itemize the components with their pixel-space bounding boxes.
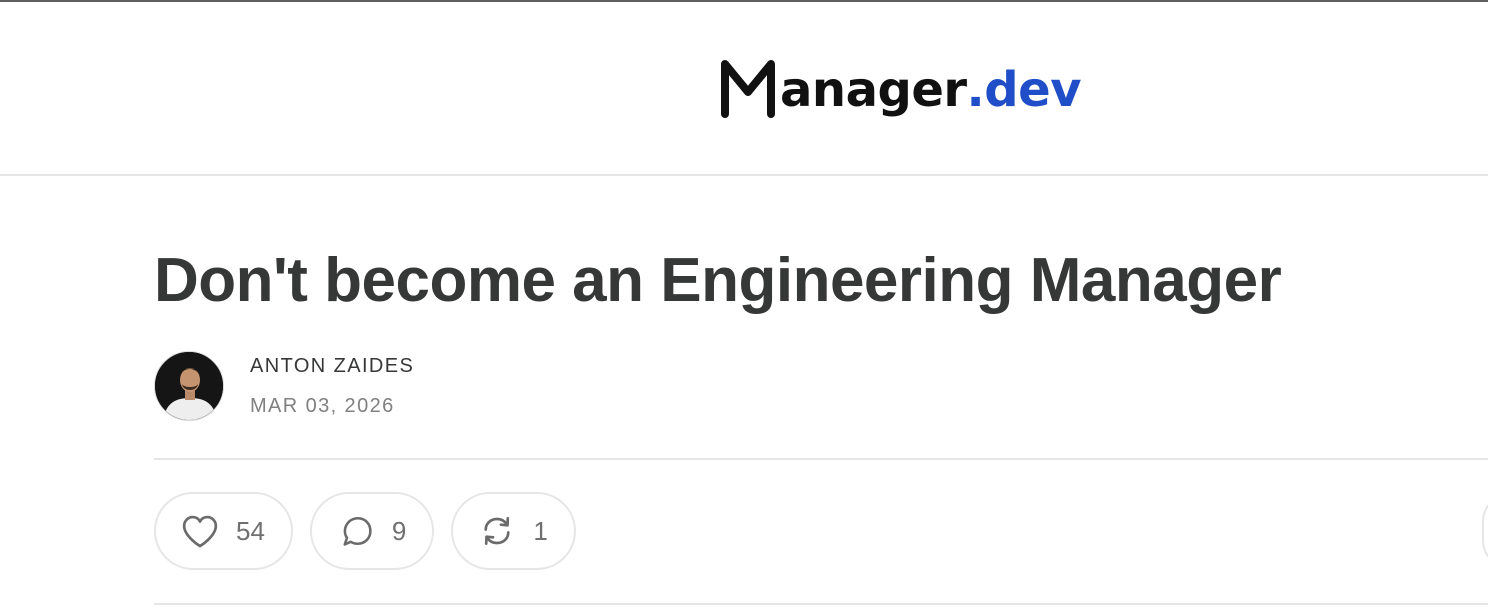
post-date: MAR 03, 2026 xyxy=(250,395,395,417)
post-page: anager .dev Don't become an Engineering M… xyxy=(0,0,1488,612)
like-count: 54 xyxy=(236,516,265,546)
author-photo-icon xyxy=(155,352,223,420)
restack-arrows-icon xyxy=(477,511,517,551)
post-actions: 54 9 1 xyxy=(154,492,576,572)
heart-icon xyxy=(180,511,220,551)
divider xyxy=(154,603,1488,605)
site-logo[interactable]: anager .dev xyxy=(720,50,1081,130)
byline: ANTON ZAIDES MAR 03, 2026 xyxy=(154,350,414,422)
comment-count: 9 xyxy=(391,516,407,546)
logo-name-text: anager xyxy=(780,62,967,118)
author-avatar[interactable] xyxy=(154,351,224,421)
masthead: anager .dev xyxy=(0,2,1488,176)
m-logo-mark-icon xyxy=(721,60,775,118)
author-name[interactable]: ANTON ZAIDES xyxy=(250,353,414,379)
share-button[interactable] xyxy=(1482,492,1488,570)
logo-tld-text: .dev xyxy=(966,62,1082,118)
comment-button[interactable]: 9 xyxy=(309,492,435,570)
restack-count: 1 xyxy=(533,516,548,546)
restack-button[interactable]: 1 xyxy=(451,492,576,570)
like-button[interactable]: 54 xyxy=(154,492,293,570)
comment-bubble-icon xyxy=(336,511,376,551)
byline-text: ANTON ZAIDES MAR 03, 2026 xyxy=(250,353,414,419)
divider xyxy=(154,458,1488,460)
post-title: Don't become an Engineering Manager xyxy=(154,246,1282,315)
